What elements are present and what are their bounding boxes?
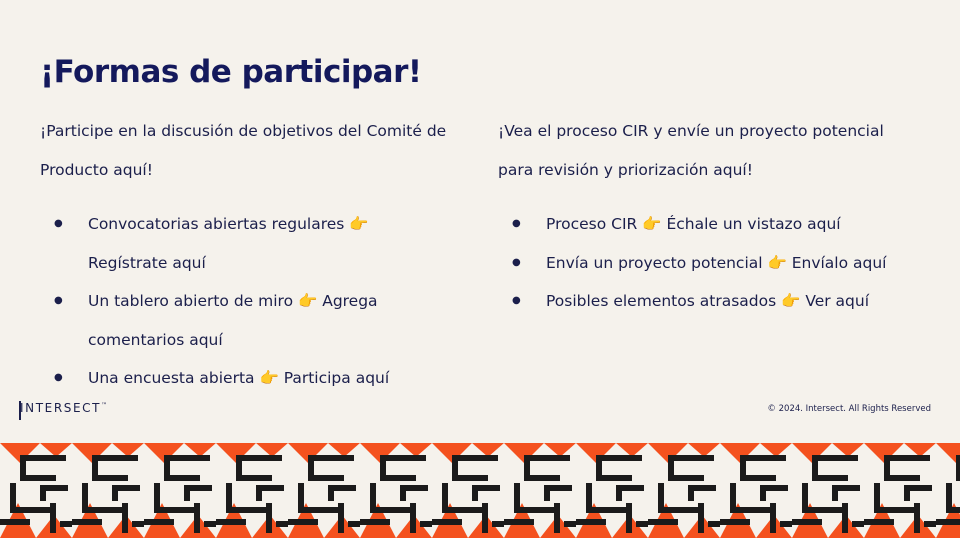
list-item-text[interactable]: Proceso CIR 👉 Échale un vistazo aquí [546,205,928,244]
bullet-icon: ● [54,295,63,306]
intersect-logo: INTERSECT™ [19,401,108,420]
bullet-icon: ● [512,256,521,268]
right-intro: ¡Vea el proceso CIR y envíe un proyecto … [498,112,928,190]
slide-title: ¡Formas de participar! [40,54,422,90]
link-text[interactable]: Regístrate aquí [88,244,470,283]
right-intro-line: ¡Vea el proceso CIR y envíe un proyecto … [498,122,884,140]
decorative-pattern-band [0,443,960,538]
logo-mark-icon [19,401,21,420]
copyright-text: © 2024. Intersect. All Rights Reserved [767,404,931,414]
list-item[interactable]: ● Convocatorias abiertas regulares 👉 Reg… [40,205,470,282]
right-column: ¡Vea el proceso CIR y envíe un proyecto … [498,112,928,321]
right-intro-line: para revisión y priorización aquí! [498,161,753,179]
logo-text: INTERSECT [20,401,102,415]
left-intro: ¡Participe en la discusión de objetivos … [40,112,470,190]
bullet-icon: ● [54,218,63,229]
left-column: ¡Participe en la discusión de objetivos … [40,112,470,398]
list-item[interactable]: ● Proceso CIR 👉 Échale un vistazo aquí [498,205,928,244]
link-text[interactable]: comentarios aquí [88,321,470,360]
left-intro-line: ¡Participe en la discusión de objetivos … [40,122,447,140]
left-intro-line: Producto aquí! [40,161,153,179]
bullet-icon: ● [512,218,521,229]
list-item[interactable]: ● Una encuesta abierta 👉 Participa aquí [40,359,470,398]
list-item-text[interactable]: Una encuesta abierta 👉 Participa aquí [88,359,470,398]
bullet-icon: ● [54,372,63,383]
list-item[interactable]: ● Envía un proyecto potencial 👉 Envíalo … [498,244,928,283]
list-item-text: Convocatorias abiertas regulares 👉 [88,215,369,233]
list-item-text[interactable]: Envía un proyecto potencial 👉 Envíalo aq… [546,244,928,283]
list-item-text: Un tablero abierto de miro 👉 Agrega [88,292,378,310]
left-list: ● Convocatorias abiertas regulares 👉 Reg… [40,205,470,398]
logo-trademark: ™ [101,402,108,409]
bullet-icon: ● [512,295,521,306]
list-item[interactable]: ● Un tablero abierto de miro 👉 Agrega co… [40,282,470,359]
list-item-text[interactable]: Posibles elementos atrasados 👉 Ver aquí [546,282,928,321]
right-list: ● Proceso CIR 👉 Échale un vistazo aquí ●… [498,205,928,321]
list-item[interactable]: ● Posibles elementos atrasados 👉 Ver aqu… [498,282,928,321]
